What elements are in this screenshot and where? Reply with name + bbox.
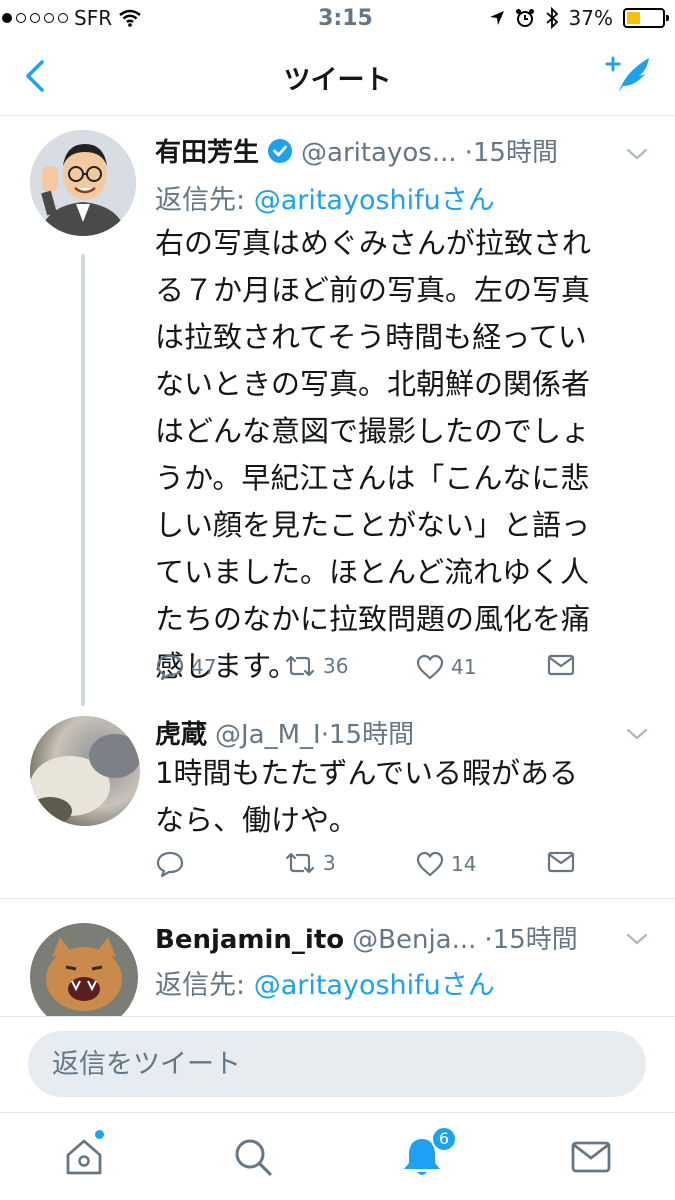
- reply-composer: [0, 1016, 675, 1112]
- location-arrow-icon: [489, 11, 504, 25]
- like-button[interactable]: 41: [415, 653, 476, 681]
- tweet-line: なら、働けや。: [155, 803, 358, 837]
- alarm-icon: [515, 9, 534, 27]
- reply-to-suffix: さん: [440, 970, 495, 1001]
- retweet-button[interactable]: 3: [283, 850, 336, 876]
- avatar[interactable]: [30, 923, 138, 1016]
- avatar-illustration: [30, 130, 136, 236]
- reply-to-suffix: さん: [440, 185, 495, 216]
- tweet-line: 右の写真はめぐみさんが拉致され: [155, 226, 591, 260]
- display-name[interactable]: 有田芳生: [155, 132, 259, 169]
- tweet-line: 1時間もたたずんでいる暇がある: [155, 756, 579, 790]
- tweet-line: ないときの写真。北朝鮮の関係者: [155, 367, 591, 401]
- home-icon[interactable]: [60, 1133, 108, 1181]
- heart-icon: [416, 851, 444, 877]
- verified-badge-icon: [268, 138, 293, 163]
- tweet-reply[interactable]: Benjamin_ito @Benja... ·15時間 返信先: @arita…: [0, 899, 675, 1016]
- reply-to-label: 返信先:: [155, 970, 254, 1001]
- direct-message-button[interactable]: [547, 850, 575, 874]
- tweet-line: は拉致されてそう時間も経ってい: [155, 320, 587, 354]
- retweet-count: 36: [323, 654, 349, 678]
- retweet-icon: [285, 852, 315, 874]
- user-handle[interactable]: @aritayos...: [301, 138, 457, 168]
- envelope-icon: [547, 654, 575, 676]
- page-title: ツイート: [283, 65, 392, 96]
- compose-tweet-icon[interactable]: [605, 52, 655, 96]
- display-name[interactable]: 虎蔵: [155, 714, 207, 751]
- reply-input[interactable]: [28, 1031, 646, 1097]
- retweet-count: 3: [323, 851, 336, 875]
- avatar[interactable]: [30, 130, 136, 236]
- user-handle[interactable]: @Benja...: [352, 925, 476, 955]
- battery-percent: 37%: [568, 6, 613, 30]
- tweet-actions: 47 36 41: [155, 653, 585, 689]
- tweet-text: 右の写真はめぐみさんが拉致され る７か月ほど前の写真。左の写真 は拉致されてそう…: [155, 220, 655, 690]
- chevron-down-icon[interactable]: [625, 726, 649, 742]
- like-count: 14: [451, 852, 477, 876]
- reply-to-handle[interactable]: @aritayoshifu: [254, 970, 441, 1001]
- cat-avatar-image: [30, 923, 138, 1016]
- search-icon[interactable]: [229, 1133, 277, 1181]
- tweet-line: たちのなかに拉致問題の風化を痛: [155, 602, 591, 636]
- bluetooth-icon: [545, 7, 558, 29]
- display-name[interactable]: Benjamin_ito: [155, 925, 344, 955]
- tab-bar: [0, 1112, 675, 1200]
- reply-button[interactable]: 47: [155, 653, 216, 681]
- reply-to: 返信先: @aritayoshifuさん: [155, 963, 495, 1002]
- chevron-down-icon[interactable]: [625, 931, 649, 947]
- like-count: 41: [451, 655, 477, 679]
- reply-to: 返信先: @aritayoshifuさん: [155, 178, 495, 217]
- heart-icon: [416, 654, 444, 680]
- tweet-line: る７か月ほど前の写真。左の写真: [155, 273, 591, 307]
- tweet-line: うか。早紀江さんは「こんなに悲: [155, 461, 590, 495]
- tweet-actions: 3 14: [155, 850, 585, 886]
- notification-badge: 6: [431, 1126, 457, 1152]
- status-right: 37%: [489, 6, 669, 30]
- tweet-header: Benjamin_ito @Benja... ·15時間: [155, 919, 578, 956]
- reply-button[interactable]: [155, 850, 191, 878]
- user-handle[interactable]: @Ja_M_I: [215, 720, 321, 750]
- tweet-time: ·15時間: [484, 925, 578, 955]
- tweet-main[interactable]: 有田芳生 @aritayos... ·15時間 返信先: @aritayoshi…: [0, 118, 675, 708]
- chevron-down-icon[interactable]: [625, 146, 649, 162]
- home-notification-dot: [95, 1130, 104, 1139]
- reply-count: 47: [191, 655, 217, 679]
- like-button[interactable]: 14: [415, 850, 476, 878]
- tweet-time: ·15時間: [464, 138, 558, 168]
- tweet-time: ·15時間: [320, 720, 415, 750]
- envelope-icon: [547, 851, 575, 873]
- reply-icon: [156, 851, 184, 878]
- retweet-button[interactable]: 36: [283, 653, 348, 679]
- tweet-line: しい顔を見たことがない」と語っ: [155, 508, 591, 542]
- tweet-text: 1時間もたたずんでいる暇がある なら、働けや。: [155, 750, 655, 844]
- tweet-line: はどんな意図で撮影したのでしょ: [155, 414, 591, 448]
- reply-icon: [156, 654, 184, 681]
- cat-avatar-image: [30, 716, 140, 826]
- messages-icon[interactable]: [567, 1133, 615, 1181]
- tweet-header: 虎蔵 @Ja_M_I ·15時間: [155, 714, 414, 751]
- avatar[interactable]: [30, 716, 140, 826]
- status-bar: SFR 3:15 37%: [0, 0, 675, 40]
- retweet-icon: [285, 655, 315, 677]
- tweet-line: ていました。ほとんど流れゆく人: [155, 555, 590, 589]
- tweet-header: 有田芳生 @aritayos... ·15時間: [155, 132, 558, 169]
- reply-to-handle[interactable]: @aritayoshifu: [254, 185, 441, 216]
- reply-to-label: 返信先:: [155, 185, 254, 216]
- nav-bar: ツイート: [0, 40, 675, 116]
- direct-message-button[interactable]: [547, 653, 575, 677]
- tweet-reply[interactable]: 虎蔵 @Ja_M_I ·15時間 1時間もたたずんでいる暇がある なら、働けや。…: [0, 708, 675, 898]
- battery-icon: [623, 8, 669, 28]
